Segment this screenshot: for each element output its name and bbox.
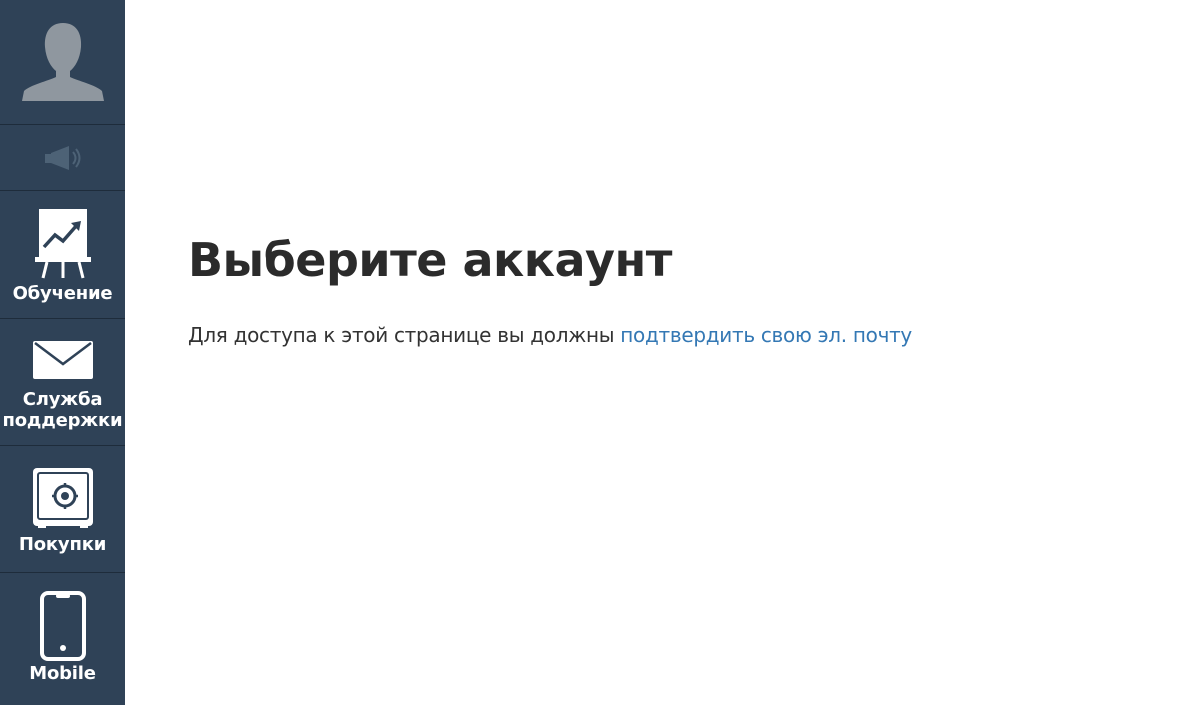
megaphone-icon xyxy=(44,145,80,170)
sidebar-item-support-label-line2: поддержки xyxy=(2,410,123,431)
sidebar: Обучение Служба поддержки Покупки Mobile xyxy=(0,0,125,705)
sidebar-item-training[interactable]: Обучение xyxy=(0,191,125,319)
page-title: Выберите аккаунт xyxy=(188,233,672,287)
presentation-chart-icon xyxy=(34,209,91,279)
sidebar-item-mobile[interactable]: Mobile xyxy=(0,573,125,700)
sidebar-item-purchases[interactable]: Покупки xyxy=(0,446,125,573)
sidebar-item-mobile-label: Mobile xyxy=(29,663,96,684)
sidebar-item-avatar[interactable] xyxy=(0,0,125,125)
verify-email-link[interactable]: подтвердить свою эл. почту xyxy=(620,323,912,347)
smartphone-icon xyxy=(39,591,86,661)
sidebar-item-sound[interactable] xyxy=(0,125,125,191)
sidebar-item-support[interactable]: Служба поддержки xyxy=(0,319,125,446)
user-avatar-icon xyxy=(21,23,104,101)
message-prefix: Для доступа к этой странице вы должны xyxy=(188,323,621,347)
safe-icon xyxy=(32,468,93,528)
email-verification-message: Для доступа к этой странице вы должны по… xyxy=(188,320,912,350)
sidebar-item-training-label: Обучение xyxy=(12,283,113,304)
sidebar-item-support-label-line1: Служба xyxy=(22,389,103,410)
envelope-icon xyxy=(32,341,93,379)
sidebar-item-purchases-label: Покупки xyxy=(18,534,107,555)
